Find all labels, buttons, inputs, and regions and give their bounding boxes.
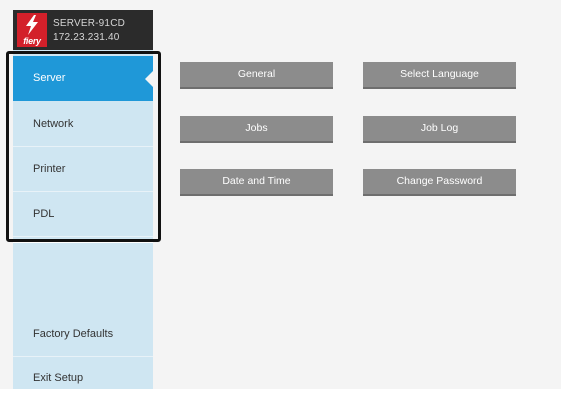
date-and-time-button[interactable]: Date and Time: [180, 169, 333, 196]
sidebar-item-network[interactable]: Network: [13, 102, 153, 147]
job-log-button[interactable]: Job Log: [363, 116, 516, 143]
setup-screen: fiery SERVER-91CD 172.23.231.40 Server N…: [0, 0, 561, 389]
bolt-icon: [26, 15, 38, 35]
change-password-button[interactable]: Change Password: [363, 169, 516, 196]
server-ip: 172.23.231.40: [53, 32, 120, 43]
server-header: fiery SERVER-91CD 172.23.231.40: [13, 10, 153, 50]
sidebar-item-exit-setup[interactable]: Exit Setup: [13, 356, 153, 401]
select-language-button[interactable]: Select Language: [363, 62, 516, 89]
sidebar-item-factory-defaults[interactable]: Factory Defaults: [13, 312, 153, 357]
sidebar-item-printer[interactable]: Printer: [13, 147, 153, 192]
logo-text: fiery: [23, 36, 41, 46]
jobs-button[interactable]: Jobs: [180, 116, 333, 143]
general-button[interactable]: General: [180, 62, 333, 89]
server-name: SERVER-91CD: [53, 18, 126, 29]
sidebar-item-pdl[interactable]: PDL: [13, 192, 153, 237]
fiery-logo: fiery: [17, 13, 47, 47]
sidebar-divider: [13, 241, 153, 243]
sidebar-item-server[interactable]: Server: [13, 56, 153, 101]
sidebar-nav: Server Network Printer PDL Factory Defau…: [13, 50, 153, 389]
